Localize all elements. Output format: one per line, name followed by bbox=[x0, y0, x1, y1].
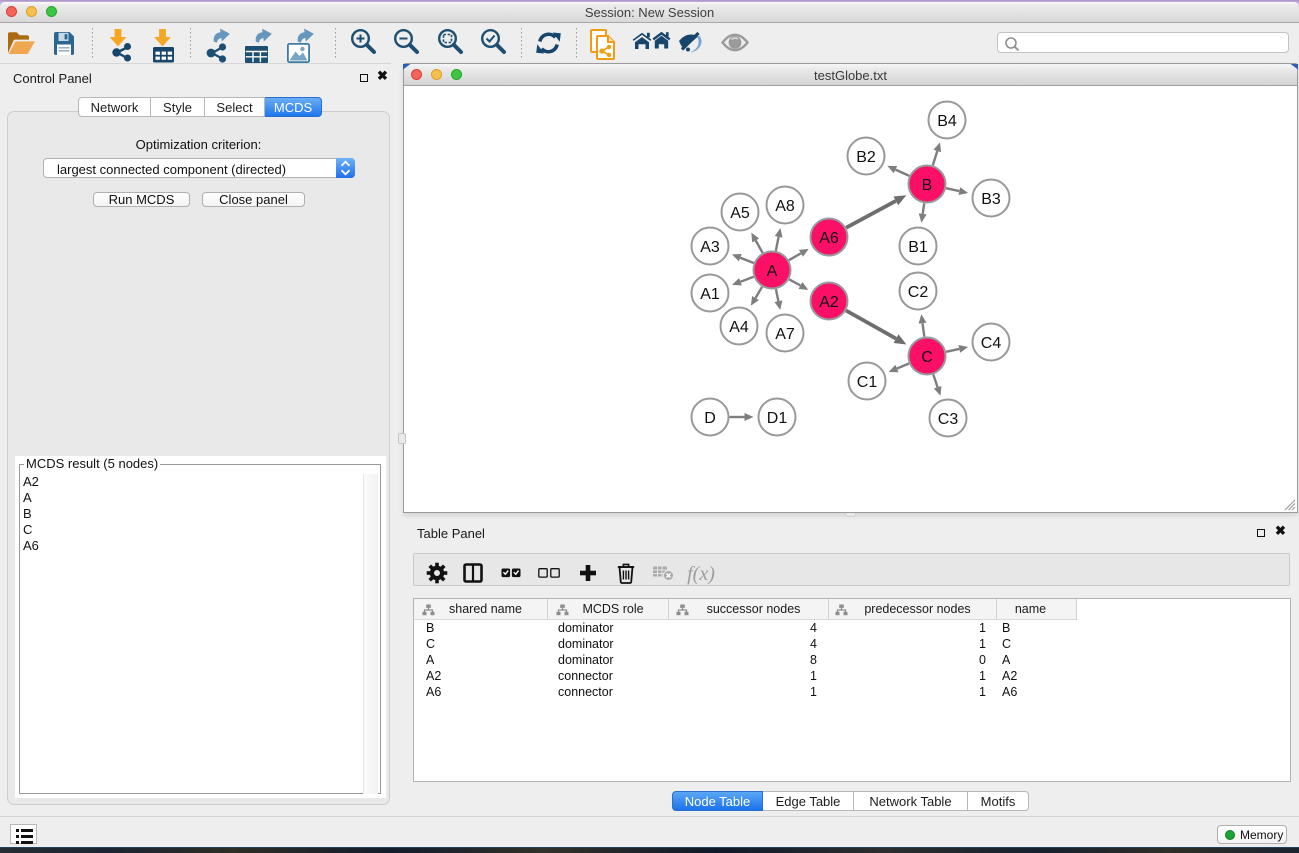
svg-text:C3: C3 bbox=[938, 411, 959, 428]
svg-text:B1: B1 bbox=[908, 239, 928, 256]
svg-text:B4: B4 bbox=[937, 113, 957, 130]
svg-text:A: A bbox=[767, 263, 778, 280]
svg-text:C4: C4 bbox=[981, 335, 1002, 352]
svg-text:A6: A6 bbox=[819, 230, 839, 247]
svg-text:A1: A1 bbox=[700, 286, 720, 303]
svg-text:C2: C2 bbox=[908, 284, 929, 301]
svg-text:B2: B2 bbox=[856, 149, 876, 166]
svg-text:D1: D1 bbox=[767, 410, 788, 427]
svg-text:B: B bbox=[922, 177, 933, 194]
svg-text:A8: A8 bbox=[775, 198, 795, 215]
svg-text:A5: A5 bbox=[730, 205, 750, 222]
svg-text:C: C bbox=[921, 349, 933, 366]
svg-text:f(x): f(x) bbox=[687, 563, 715, 585]
svg-text:A4: A4 bbox=[729, 319, 749, 336]
svg-text:A3: A3 bbox=[700, 239, 720, 256]
svg-text:B3: B3 bbox=[981, 191, 1001, 208]
svg-text:D: D bbox=[704, 410, 716, 427]
svg-text:A7: A7 bbox=[775, 326, 795, 343]
svg-text:A2: A2 bbox=[819, 294, 839, 311]
svg-text:C1: C1 bbox=[857, 374, 878, 391]
